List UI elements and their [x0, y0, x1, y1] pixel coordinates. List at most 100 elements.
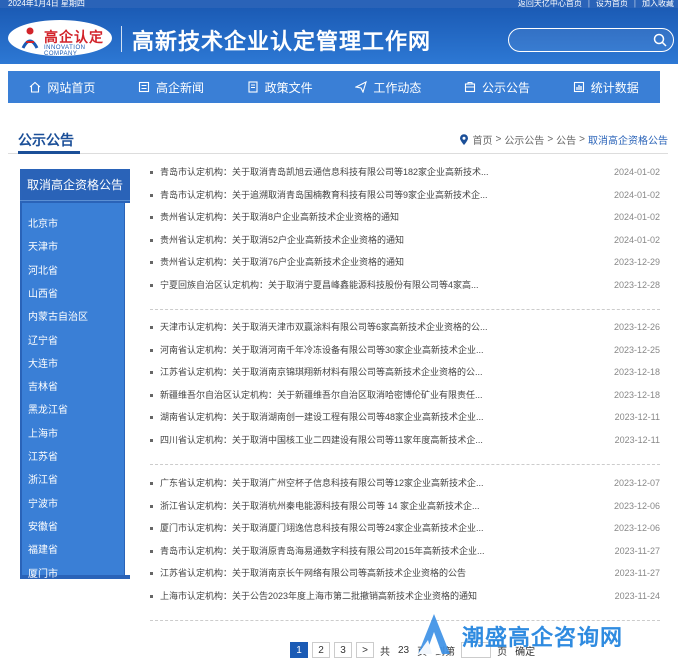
sidebar-item[interactable]: 江苏省	[28, 448, 58, 463]
breadcrumb-home[interactable]: 首页	[472, 132, 492, 147]
announcement-title[interactable]: 天津市认定机构：关于取消天津市双赢涂料有限公司等6家高新技术企业资格的公...	[160, 320, 590, 334]
announcement-date: 2023-12-29	[613, 257, 660, 268]
bullet-icon	[150, 527, 153, 531]
sidebar-item[interactable]: 厦门市	[28, 565, 58, 580]
list-divider	[150, 308, 660, 310]
announcement-title[interactable]: 上海市认定机构：关于公告2023年度上海市第二批撤销高新技术企业资格的通知	[160, 589, 590, 603]
announcement-date: 2023-11-24	[614, 591, 660, 601]
announcement-title[interactable]: 江苏省认定机构：关于取消南京长午网络有限公司等高新技术企业资格的公告	[160, 566, 590, 580]
announcement-date: 2023-12-18	[613, 367, 660, 378]
main-nav: 网站首页 高企新闻 政策文件 工作动态 公示公告 统计数据	[8, 71, 660, 103]
breadcrumb-notice[interactable]: 公示公告	[504, 132, 544, 147]
nav-item-policy[interactable]: 政策文件	[225, 71, 334, 103]
announcement-title[interactable]: 青岛市认定机构：关于追溯取消青岛国楠教育科技有限公司等9家企业高新技术企...	[160, 188, 590, 202]
announcement-title[interactable]: 贵州省认定机构：关于取消52户企业高新技术企业资格的通知	[160, 233, 590, 247]
nav-item-work[interactable]: 工作动态	[334, 71, 443, 103]
announcement-title[interactable]: 青岛市认定机构：关于取消青岛凯旭云通信息科技有限公司等182家企业高新技术...	[160, 165, 590, 179]
search-icon[interactable]	[653, 33, 667, 47]
announcement-title[interactable]: 浙江省认定机构：关于取消杭州秦电能源科技有限公司等 14 家企业高新技术企...	[160, 499, 590, 513]
announcement-title[interactable]: 广东省认定机构：关于取消广州空杯子信息科技有限公司等12家企业高新技术企...	[160, 476, 590, 490]
page-button-1[interactable]: 1	[290, 642, 308, 658]
sidebar-item[interactable]: 辽宁省	[28, 332, 58, 347]
list-item[interactable]: 上海市认定机构：关于公告2023年度上海市第二批撤销高新技术企业资格的通知 202…	[150, 589, 660, 603]
search-input[interactable]	[517, 32, 647, 48]
list-item[interactable]: 贵州省认定机构：关于取消52户企业高新技术企业资格的通知 2024-01-02	[150, 233, 660, 247]
title-underline	[18, 151, 80, 154]
list-item[interactable]: 河南省认定机构：关于取消河南千年冷冻设备有限公司等30家企业高新技术企业... 2…	[150, 343, 660, 357]
sidebar-item[interactable]: 吉林省	[28, 378, 58, 393]
announcement-date: 2024-01-02	[613, 212, 660, 223]
list-item[interactable]: 江苏省认定机构：关于取消南京锦琪翔新材料有限公司等高新技术企业资格的公... 20…	[150, 365, 660, 379]
link-return-home[interactable]: 返回天亿中心首页	[518, 0, 582, 8]
list-item[interactable]: 湖南省认定机构：关于取消湖南创一建设工程有限公司等48家企业高新技术企业... 2…	[150, 410, 660, 424]
nav-item-notice[interactable]: 公示公告	[443, 71, 552, 103]
bullet-icon	[150, 348, 153, 352]
sidebar-item[interactable]: 北京市	[28, 215, 58, 230]
sidebar-item[interactable]: 宁波市	[28, 495, 58, 510]
chart-icon	[573, 81, 584, 93]
announcement-title[interactable]: 新疆维吾尔自治区认定机构：关于新疆维吾尔自治区取消哈密博伦矿业有限责任...	[160, 388, 590, 402]
list-item[interactable]: 宁夏回族自治区认定机构：关于取消宁夏昌峰鑫能源科技股份有限公司等4家高... 20…	[150, 278, 660, 292]
bullet-icon	[150, 261, 153, 265]
announcement-title[interactable]: 河南省认定机构：关于取消河南千年冷冻设备有限公司等30家企业高新技术企业...	[160, 343, 590, 357]
bullet-icon	[150, 416, 153, 420]
sidebar-item[interactable]: 福建省	[28, 541, 58, 556]
link-add-favorite[interactable]: 加入收藏	[642, 0, 674, 8]
announcement-date: 2023-12-18	[613, 389, 660, 400]
site-logo[interactable]: 高企认定 INNOVATION COMPANY	[8, 20, 112, 57]
list-item[interactable]: 贵州省认定机构：关于取消8户企业高新技术企业资格的通知 2024-01-02	[150, 210, 660, 224]
nav-item-home[interactable]: 网站首页	[8, 71, 117, 103]
announcement-date: 2023-12-06	[613, 500, 660, 511]
sidebar-scrollbar[interactable]	[125, 203, 130, 575]
sidebar-item[interactable]: 安徽省	[28, 518, 58, 533]
announcement-date: 2023-12-11	[614, 435, 660, 445]
sidebar-item[interactable]: 大连市	[28, 355, 58, 370]
announcement-title[interactable]: 青岛市认定机构：关于取消原青岛海易通数字科技有限公司2015年高新技术企业...	[160, 544, 590, 558]
announcement-title[interactable]: 贵州省认定机构：关于取消76户企业高新技术企业资格的通知	[160, 255, 590, 269]
sidebar: 取消高企资格公告 北京市 天津市 河北省 山西省 内蒙古自治区 辽宁省 大连市 吉林省 黑龙江省…	[20, 169, 130, 580]
list-item[interactable]: 广东省认定机构：关于取消广州空杯子信息科技有限公司等12家企业高新技术企... 2…	[150, 476, 660, 490]
list-item[interactable]: 四川省认定机构：关于取消中国核工业二四建设有限公司等11家年度高新技术企... 2…	[150, 433, 660, 447]
sidebar-item[interactable]: 内蒙古自治区	[28, 308, 88, 323]
top-links: 返回天亿中心首页 | 设为首页 | 加入收藏	[517, 0, 674, 8]
announcement-title[interactable]: 江苏省认定机构：关于取消南京锦琪翔新材料有限公司等高新技术企业资格的公...	[160, 365, 590, 379]
announcement-title[interactable]: 厦门市认定机构：关于取消厦门翊逸信息科技有限公司等24家企业高新技术企业...	[160, 521, 590, 535]
sidebar-item[interactable]: 浙江省	[28, 471, 58, 486]
search-box	[508, 28, 674, 52]
list-item[interactable]: 贵州省认定机构：关于取消76户企业高新技术企业资格的通知 2023-12-29	[150, 255, 660, 269]
document-icon	[248, 81, 258, 93]
list-item[interactable]: 厦门市认定机构：关于取消厦门翊逸信息科技有限公司等24家企业高新技术企业... 2…	[150, 521, 660, 535]
breadcrumb-current: 取消高企资格公告	[588, 136, 668, 147]
list-item[interactable]: 青岛市认定机构：关于取消青岛凯旭云通信息科技有限公司等182家企业高新技术...…	[150, 165, 660, 179]
list-item[interactable]: 新疆维吾尔自治区认定机构：关于新疆维吾尔自治区取消哈密博伦矿业有限责任... 20…	[150, 388, 660, 402]
page-button-3[interactable]: 3	[334, 642, 352, 658]
watermark: 潮盛高企咨询网	[414, 610, 664, 656]
list-item[interactable]: 浙江省认定机构：关于取消杭州秦电能源科技有限公司等 14 家企业高新技术企...…	[150, 499, 660, 513]
nav-item-news[interactable]: 高企新闻	[117, 71, 226, 103]
announcement-title[interactable]: 四川省认定机构：关于取消中国核工业二四建设有限公司等11家年度高新技术企...	[160, 433, 590, 447]
sidebar-item[interactable]: 河北省	[28, 262, 58, 277]
page-title: 公示公告	[18, 132, 74, 148]
list-item[interactable]: 天津市认定机构：关于取消天津市双赢涂料有限公司等6家高新技术企业资格的公... 2…	[150, 320, 660, 334]
section-header: 公示公告 首页 > 公示公告 > 公告 > 取消高企资格公告	[8, 124, 668, 154]
announcement-date: 2024-01-02	[613, 189, 660, 200]
announcement-title[interactable]: 宁夏回族自治区认定机构：关于取消宁夏昌峰鑫能源科技股份有限公司等4家高...	[160, 278, 590, 292]
next-page-button[interactable]: >	[356, 642, 374, 658]
sidebar-item[interactable]: 上海市	[28, 425, 58, 440]
total-pages-prefix: 共	[380, 646, 390, 658]
breadcrumb-announcement[interactable]: 公告	[556, 132, 576, 147]
page-button-2[interactable]: 2	[312, 642, 330, 658]
link-set-homepage[interactable]: 设为首页	[596, 0, 628, 8]
list-item[interactable]: 青岛市认定机构：关于取消原青岛海易通数字科技有限公司2015年高新技术企业...…	[150, 544, 660, 558]
nav-item-stats[interactable]: 统计数据	[551, 71, 660, 103]
sidebar-item[interactable]: 山西省	[28, 285, 58, 300]
list-item[interactable]: 青岛市认定机构：关于追溯取消青岛国楠教育科技有限公司等9家企业高新技术企... 2…	[150, 188, 660, 202]
bullet-icon	[150, 371, 153, 375]
sidebar-item[interactable]: 天津市	[28, 238, 58, 253]
announcement-title[interactable]: 湖南省认定机构：关于取消湖南创一建设工程有限公司等48家企业高新技术企业...	[160, 410, 590, 424]
bullet-icon	[150, 482, 153, 485]
announcement-date: 2024-01-02	[613, 167, 660, 177]
list-item[interactable]: 江苏省认定机构：关于取消南京长午网络有限公司等高新技术企业资格的公告 2023-1…	[150, 566, 660, 580]
sidebar-item[interactable]: 黑龙江省	[28, 401, 68, 416]
announcement-title[interactable]: 贵州省认定机构：关于取消8户企业高新技术企业资格的通知	[160, 210, 590, 224]
